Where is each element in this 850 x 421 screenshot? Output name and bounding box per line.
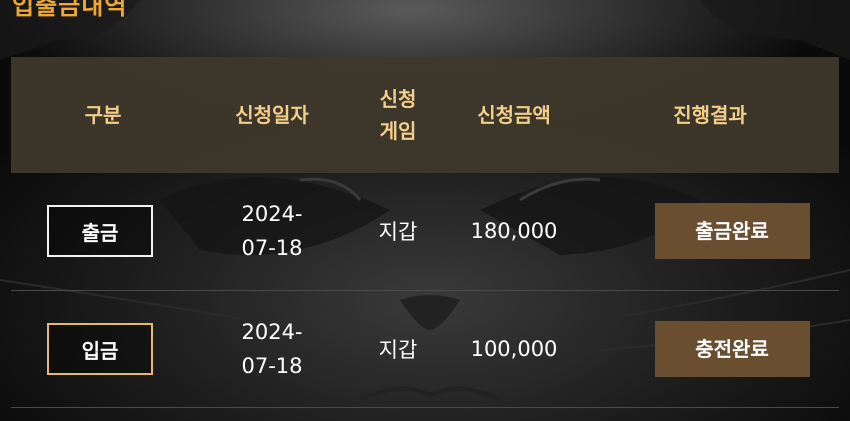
row-date-line2: 07-18: [241, 236, 303, 261]
table-header: 구분 신청일자 신청 게임 신청금액 진행결과: [11, 57, 839, 173]
table-row: 입금 2024- 07-18 지갑 100,000 충전완료: [11, 290, 839, 407]
row-status-cell: 충전완료: [581, 290, 839, 407]
section-title: 입출금내역: [12, 0, 128, 20]
header-game: 신청 게임: [349, 57, 447, 173]
row-type-cell: 출금: [11, 173, 195, 290]
table-row: 출금 2024- 07-18 지갑 180,000 출금완료: [11, 173, 839, 290]
row-date-line1: 2024-: [241, 202, 303, 227]
row-date-line2: 07-18: [241, 353, 303, 378]
deposit-badge: 입금: [47, 322, 153, 375]
table-body: 출금 2024- 07-18 지갑 180,000 출금완료 입금 2024-: [11, 173, 839, 407]
status-button-charge-complete[interactable]: 충전완료: [654, 320, 810, 377]
row-date-line1: 2024-: [241, 319, 303, 344]
header-type: 구분: [84, 103, 122, 127]
header-row: 구분 신청일자 신청 게임 신청금액 진행결과: [11, 57, 839, 173]
header-status: 진행결과: [673, 103, 747, 127]
row-date-cell: 2024- 07-18: [195, 173, 349, 290]
page: 입출금내역 구분 신청일자 신청 게임 신청금액 진행결과 출금 2024- 0…: [0, 0, 850, 421]
row-status-cell: 출금완료: [581, 173, 839, 290]
transaction-history-table: 구분 신청일자 신청 게임 신청금액 진행결과 출금 2024- 07-18 지: [11, 57, 839, 408]
row-amount-cell: 100,000: [470, 336, 558, 361]
header-amount: 신청금액: [477, 103, 551, 127]
header-date: 신청일자: [235, 103, 309, 127]
row-amount-cell: 180,000: [470, 219, 558, 244]
row-type-cell: 입금: [11, 290, 195, 407]
row-date-cell: 2024- 07-18: [195, 290, 349, 407]
header-game-line2: 게임: [379, 119, 417, 143]
row-game-cell: 지갑: [378, 220, 418, 245]
header-game-line1: 신청: [379, 87, 417, 111]
status-button-withdraw-complete[interactable]: 출금완료: [654, 203, 810, 260]
row-game-cell: 지갑: [378, 337, 418, 362]
withdraw-badge: 출금: [47, 205, 153, 258]
